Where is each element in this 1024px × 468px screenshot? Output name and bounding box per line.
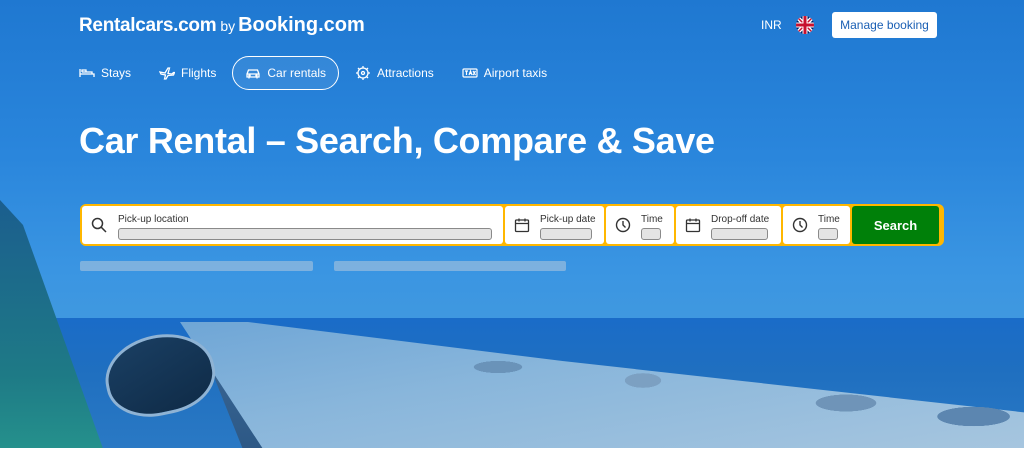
pickup-time-input[interactable] [641,228,661,240]
pickup-time-label: Time [641,214,663,225]
currency-selector[interactable]: INR [761,18,782,32]
clock-icon [792,217,808,233]
pickup-date-field[interactable]: Pick-up date [505,206,604,244]
search-icon [91,217,107,233]
nav-item-car-rentals[interactable]: Car rentals [232,56,340,90]
nav-item-label: Attractions [377,66,434,80]
bed-icon [79,69,95,77]
dropoff-time-field[interactable]: Time [783,206,850,244]
dropoff-date-input[interactable] [711,228,768,240]
dropoff-time-input[interactable] [818,228,838,240]
nav-item-label: Airport taxis [483,66,548,80]
loading-placeholder [334,261,566,271]
pickup-time-field[interactable]: Time [606,206,674,244]
page-title: Car Rental – Search, Compare & Save [79,120,715,161]
attractions-icon [356,66,371,80]
pickup-location-label: Pick-up location [118,214,189,225]
loading-placeholder [80,261,313,271]
hero-banner: Rentalcars.com by Booking.com INR Manage b… [0,0,1024,448]
dropoff-time-label: Time [818,214,840,225]
main-nav: Stays Flights Car rentals Attractions Ai… [79,56,563,90]
rocks-background [440,340,1020,430]
nav-item-attractions[interactable]: Attractions [343,56,446,90]
plane-icon [159,67,176,80]
logo[interactable]: Rentalcars.com by Booking.com [79,14,365,37]
nav-item-airport-taxis[interactable]: Airport taxis [450,56,559,90]
nav-item-label: Flights [181,66,217,80]
search-bar: Pick-up location Pick-up date Time Drop-… [80,204,944,246]
logo-booking: Booking.com [238,14,365,36]
manage-booking-button[interactable]: Manage booking [832,12,937,38]
clock-icon [615,217,631,233]
dropoff-date-field[interactable]: Drop-off date [676,206,781,244]
logo-by: by [220,18,236,34]
nav-item-label: Car rentals [267,66,327,80]
search-button[interactable]: Search [852,206,939,244]
pickup-location-input[interactable] [118,228,492,240]
logo-rentalcars: Rentalcars.com [79,15,217,36]
calendar-icon [685,218,701,233]
calendar-icon [514,218,530,233]
dropoff-date-label: Drop-off date [711,214,770,225]
car-icon [246,69,261,79]
nav-item-flights[interactable]: Flights [147,56,228,90]
pickup-date-input[interactable] [540,228,592,240]
uk-flag-icon[interactable] [796,16,814,34]
pickup-date-label: Pick-up date [540,214,596,225]
nav-item-label: Stays [101,66,132,80]
pickup-location-field[interactable]: Pick-up location [82,206,503,244]
nav-item-stays[interactable]: Stays [79,56,143,90]
taxi-icon [462,68,478,78]
